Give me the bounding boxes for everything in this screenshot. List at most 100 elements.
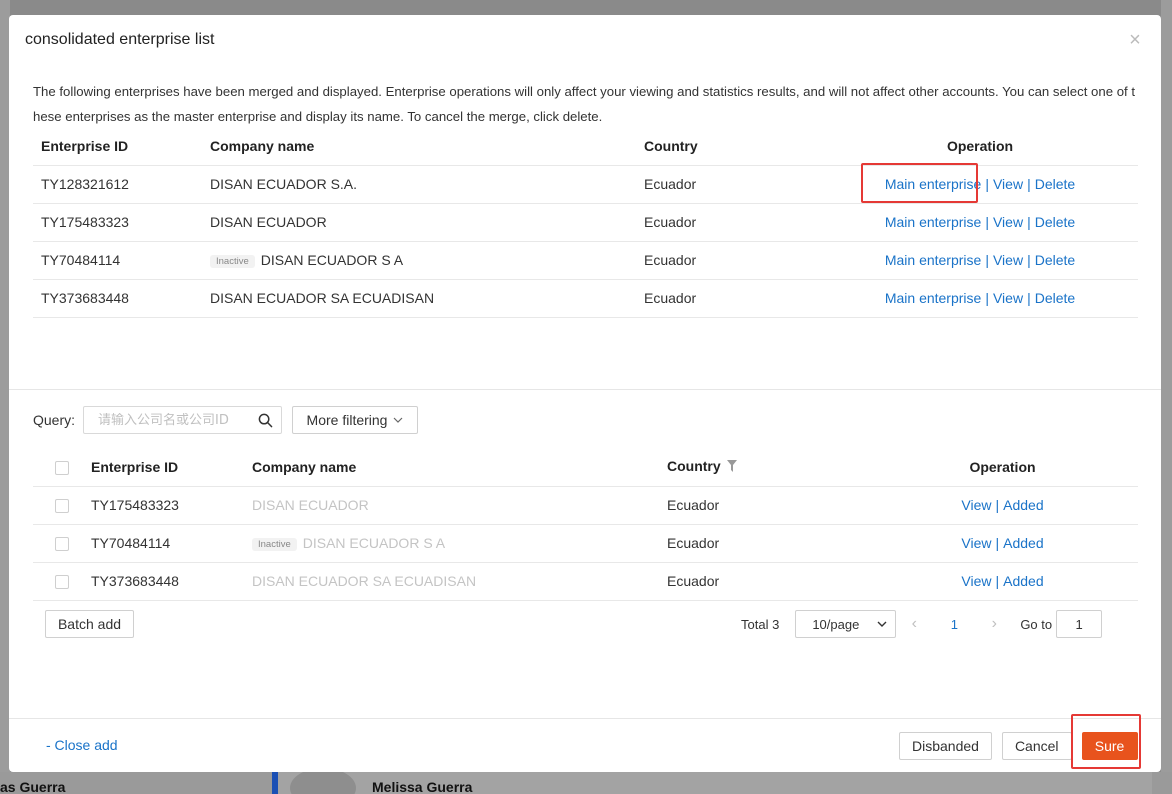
separator: | <box>1027 176 1031 192</box>
country: Ecuador <box>636 278 822 317</box>
row-checkbox[interactable] <box>55 537 69 552</box>
page-size-select[interactable]: 10/page <box>795 610 897 638</box>
main-enterprise-link[interactable]: Main enterprise <box>885 290 982 306</box>
separator: | <box>985 290 989 306</box>
table-header-row: Enterprise ID Company name Country Opera… <box>33 127 1138 165</box>
company-name-cell: Inactive DISAN ECUADOR S A <box>252 523 667 562</box>
select-all-checkbox[interactable] <box>55 460 69 475</box>
close-icon[interactable]: × <box>1125 30 1145 50</box>
table-row: TY373683448 DISAN ECUADOR SA ECUADISAN E… <box>33 278 1138 317</box>
select-cell <box>33 561 91 600</box>
view-link[interactable]: View <box>993 176 1023 192</box>
filter-icon[interactable] <box>726 459 737 475</box>
view-link[interactable]: View <box>993 252 1023 268</box>
row-checkbox[interactable] <box>55 575 69 590</box>
delete-link[interactable]: Delete <box>1035 290 1075 306</box>
page-size-value: 10/page <box>812 616 860 632</box>
goto-page-input[interactable] <box>1056 610 1103 638</box>
enterprise-id: TY70484114 <box>33 240 202 279</box>
next-page-icon[interactable]: › <box>976 615 1012 633</box>
enterprise-id: TY373683448 <box>91 561 252 600</box>
table-row: TY128321612 DISAN ECUADOR S.A. Ecuador M… <box>33 164 1138 203</box>
table-row: TY175483323 DISAN ECUADOR Ecuador View | A… <box>33 485 1138 524</box>
separator: | <box>1027 252 1031 268</box>
close-add-link[interactable]: - Close add <box>46 737 118 753</box>
sure-button[interactable]: Sure <box>1081 732 1138 760</box>
company-name: DISAN ECUADOR <box>202 202 636 241</box>
separator: | <box>1027 290 1031 306</box>
header-operation: Operation <box>946 137 1014 154</box>
table-row: TY373683448 DISAN ECUADOR SA ECUADISAN E… <box>33 561 1138 600</box>
company-name: DISAN ECUADOR S.A. <box>202 164 636 203</box>
country: Ecuador <box>667 561 867 600</box>
query-bar: Query: More filtering <box>33 406 419 434</box>
disbanded-button[interactable]: Disbanded <box>899 732 992 760</box>
goto-label: Go to <box>1020 616 1053 632</box>
separator: | <box>985 214 989 230</box>
operation-cell: View | Added <box>867 485 1138 524</box>
merged-enterprise-table: Enterprise ID Company name Country Opera… <box>33 127 1138 318</box>
main-enterprise-link[interactable]: Main enterprise <box>885 176 982 192</box>
inactive-badge: Inactive <box>210 254 255 268</box>
country: Ecuador <box>667 523 867 562</box>
view-link[interactable]: View <box>993 214 1023 230</box>
header-select-all <box>33 448 91 486</box>
table-row: TY175483323 DISAN ECUADOR Ecuador Main e… <box>33 202 1138 241</box>
header-enterprise-id: Enterprise ID <box>41 137 129 154</box>
search-input[interactable] <box>98 412 258 428</box>
delete-link[interactable]: Delete <box>1035 252 1075 268</box>
main-enterprise-link[interactable]: Main enterprise <box>885 214 982 230</box>
chevron-down-icon <box>394 417 403 423</box>
background-contact-name-left: as Guerra <box>0 779 66 794</box>
prev-page-icon[interactable]: ‹ <box>896 615 932 633</box>
query-label: Query: <box>33 412 76 428</box>
enterprise-id: TY175483323 <box>91 485 252 524</box>
candidate-enterprise-table: Enterprise ID Company name Country Opera… <box>33 448 1138 601</box>
main-enterprise-link[interactable]: Main enterprise <box>885 252 982 268</box>
row-checkbox[interactable] <box>55 499 69 514</box>
view-link[interactable]: View <box>961 535 991 551</box>
modal-header: consolidated enterprise list × <box>9 15 1161 65</box>
delete-link[interactable]: Delete <box>1035 176 1075 192</box>
section-divider <box>9 389 1161 390</box>
country: Ecuador <box>667 485 867 524</box>
more-filtering-button[interactable]: More filtering <box>292 406 419 434</box>
country: Ecuador <box>636 164 822 203</box>
operation-cell: Main enterprise | View | Delete <box>822 240 1138 279</box>
company-name: DISAN ECUADOR S A <box>260 252 404 268</box>
select-cell <box>33 523 91 562</box>
modal-title: consolidated enterprise list <box>25 31 215 48</box>
consolidated-enterprise-modal: consolidated enterprise list × The follo… <box>9 15 1161 772</box>
separator: | <box>995 573 1000 589</box>
batch-add-button[interactable]: Batch add <box>45 610 134 638</box>
added-link[interactable]: Added <box>1003 573 1043 589</box>
operation-cell: Main enterprise | View | Delete <box>822 164 1138 203</box>
view-link[interactable]: View <box>993 290 1023 306</box>
country: Ecuador <box>636 240 822 279</box>
company-name: DISAN ECUADOR SA ECUADISAN <box>252 561 667 600</box>
separator: | <box>985 176 989 192</box>
header-country-cell: Country <box>667 448 867 486</box>
search-icon[interactable] <box>257 412 273 428</box>
inactive-badge: Inactive <box>252 537 297 551</box>
cancel-button[interactable]: Cancel <box>1001 732 1072 760</box>
delete-link[interactable]: Delete <box>1035 214 1075 230</box>
table-row: TY70484114 Inactive DISAN ECUADOR S A Ecu… <box>33 523 1138 562</box>
company-name: DISAN ECUADOR <box>252 485 667 524</box>
table-row: TY70484114 Inactive DISAN ECUADOR S A Ecu… <box>33 240 1138 279</box>
added-link[interactable]: Added <box>1003 497 1043 513</box>
header-country: Country <box>667 458 721 475</box>
view-link[interactable]: View <box>961 573 991 589</box>
operation-cell: Main enterprise | View | Delete <box>822 202 1138 241</box>
enterprise-id: TY70484114 <box>91 523 252 562</box>
country: Ecuador <box>636 202 822 241</box>
added-link[interactable]: Added <box>1003 535 1043 551</box>
current-page[interactable]: 1 <box>932 617 976 632</box>
enterprise-id: TY175483323 <box>33 202 202 241</box>
separator: | <box>985 252 989 268</box>
header-company-name: Company name <box>210 137 315 154</box>
view-link[interactable]: View <box>961 497 991 513</box>
header-enterprise-id: Enterprise ID <box>91 458 179 475</box>
enterprise-id: TY128321612 <box>33 164 202 203</box>
company-name: DISAN ECUADOR S A <box>302 535 446 551</box>
